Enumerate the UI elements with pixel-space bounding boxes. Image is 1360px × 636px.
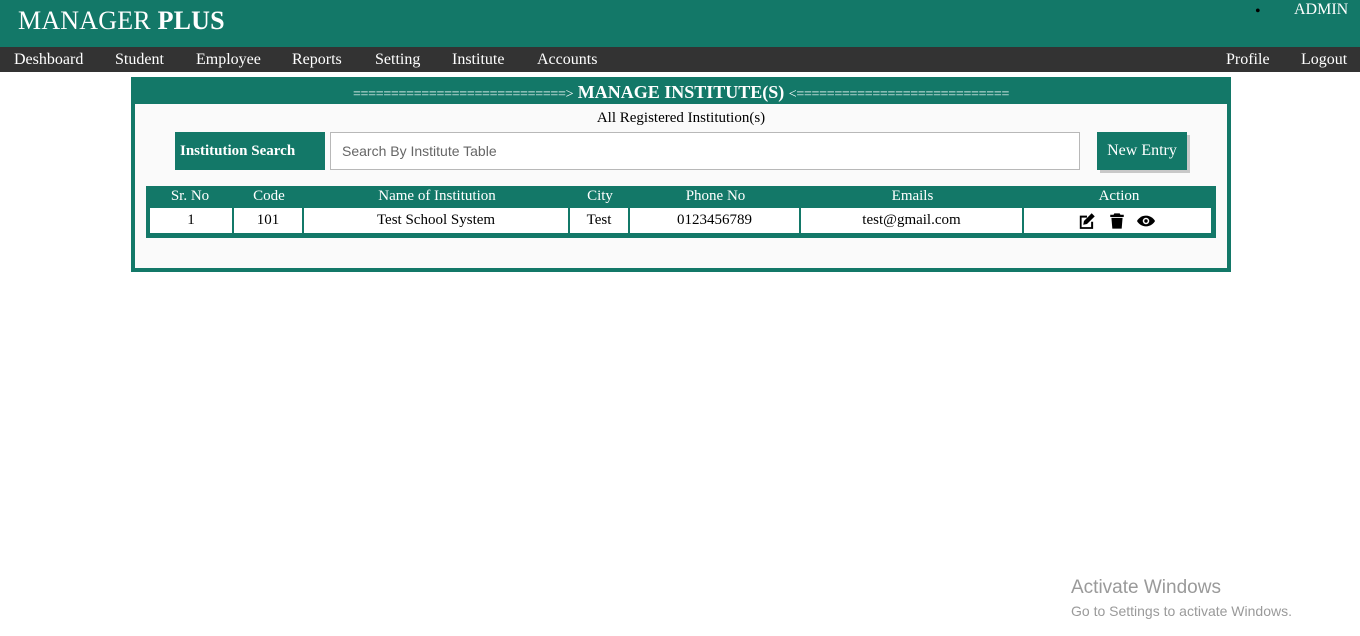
search-label: Institution Search (175, 132, 325, 170)
bullet-icon: • (1255, 3, 1261, 20)
cell-name: Test School System (304, 208, 568, 233)
column-header-phone: Phone No (685, 188, 746, 204)
eye-icon[interactable] (1136, 212, 1156, 230)
search-input[interactable] (330, 132, 1080, 170)
nav-bar: Deshboard Student Employee Reports Setti… (0, 47, 1360, 72)
activation-watermark-title: Activate Windows (1071, 577, 1221, 598)
nav-item-logout[interactable]: Logout (1301, 51, 1347, 69)
nav-item-setting[interactable]: Setting (375, 51, 420, 69)
header-arrow-left: ============================> (352, 87, 574, 102)
column-header-name: Name of Institution (378, 188, 496, 204)
column-header-code: Code (253, 188, 285, 204)
brand-bold-text: PLUS (157, 6, 225, 35)
cell-email: test@gmail.com (801, 208, 1022, 233)
cell-city: Test (570, 208, 628, 233)
column-header-city: City (587, 188, 613, 204)
cell-code: 101 (234, 208, 302, 233)
nav-item-dashboard[interactable]: Deshboard (14, 51, 83, 69)
nav-item-reports[interactable]: Reports (292, 51, 342, 69)
manage-institutes-panel: ============================> MANAGE INS… (131, 77, 1231, 272)
cell-phone: 0123456789 (630, 208, 799, 233)
activation-watermark-text: Go to Settings to activate Windows. (1071, 603, 1292, 619)
cell-actions (1024, 208, 1211, 233)
panel-subtitle: All Registered Institution(s) (596, 110, 766, 126)
cell-sr-no: 1 (150, 208, 232, 233)
trash-icon[interactable] (1108, 212, 1126, 230)
brand-main-text: MANAGER (18, 6, 158, 35)
column-header-action: Action (1098, 188, 1140, 204)
nav-item-student[interactable]: Student (115, 51, 164, 69)
column-header-sr-no: Sr. No (170, 188, 210, 204)
nav-item-institute[interactable]: Institute (452, 51, 504, 69)
nav-item-accounts[interactable]: Accounts (537, 51, 597, 69)
header-arrow-right: <============================ (788, 87, 1010, 102)
institutes-table: Sr. No Code Name of Institution City Pho… (146, 186, 1216, 238)
new-entry-button[interactable]: New Entry (1097, 132, 1187, 170)
brand-logo: MANAGER PLUS (18, 6, 225, 36)
panel-header: ============================> MANAGE INS… (135, 81, 1227, 104)
nav-item-employee[interactable]: Employee (196, 51, 261, 69)
edit-icon[interactable] (1078, 212, 1096, 230)
page-title: MANAGE INSTITUTE(S) (577, 82, 785, 102)
top-bar: MANAGER PLUS • ADMIN (0, 0, 1360, 47)
user-menu[interactable]: ADMIN (1294, 1, 1348, 19)
nav-item-profile[interactable]: Profile (1226, 51, 1270, 69)
column-header-emails: Emails (891, 188, 934, 204)
